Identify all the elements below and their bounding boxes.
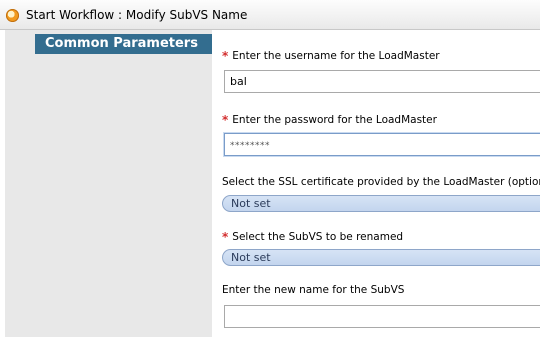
- required-marker: *: [222, 49, 229, 63]
- ssl-certificate-label: Select the SSL certificate provided by t…: [222, 176, 540, 188]
- window-titlebar: Start Workflow : Modify SubVS Name: [0, 0, 540, 30]
- new-name-label: Enter the new name for the SubVS: [222, 284, 405, 296]
- username-input[interactable]: bal: [224, 70, 540, 93]
- subvs-label: * Select the SubVS to be renamed: [222, 229, 404, 244]
- sidebar: [0, 30, 212, 337]
- window-title: Start Workflow : Modify SubVS Name: [26, 8, 248, 22]
- password-input[interactable]: ********: [224, 133, 540, 156]
- new-name-input[interactable]: [224, 305, 540, 328]
- subvs-label-text: Select the SubVS to be renamed: [232, 231, 404, 243]
- subvs-select[interactable]: Not set: [222, 249, 540, 266]
- password-label-text: Enter the password for the LoadMaster: [232, 114, 437, 126]
- password-label: * Enter the password for the LoadMaster: [222, 112, 437, 127]
- username-label-text: Enter the username for the LoadMaster: [232, 50, 440, 62]
- workflow-icon: [6, 9, 19, 22]
- password-value: ********: [230, 141, 270, 151]
- sidebar-edge: [0, 30, 5, 337]
- username-label: * Enter the username for the LoadMaster: [222, 48, 440, 63]
- ssl-certificate-select[interactable]: Not set: [222, 195, 540, 212]
- required-marker: *: [222, 230, 229, 244]
- required-marker: *: [222, 113, 229, 127]
- sidebar-item-common-parameters[interactable]: Common Parameters: [35, 34, 212, 54]
